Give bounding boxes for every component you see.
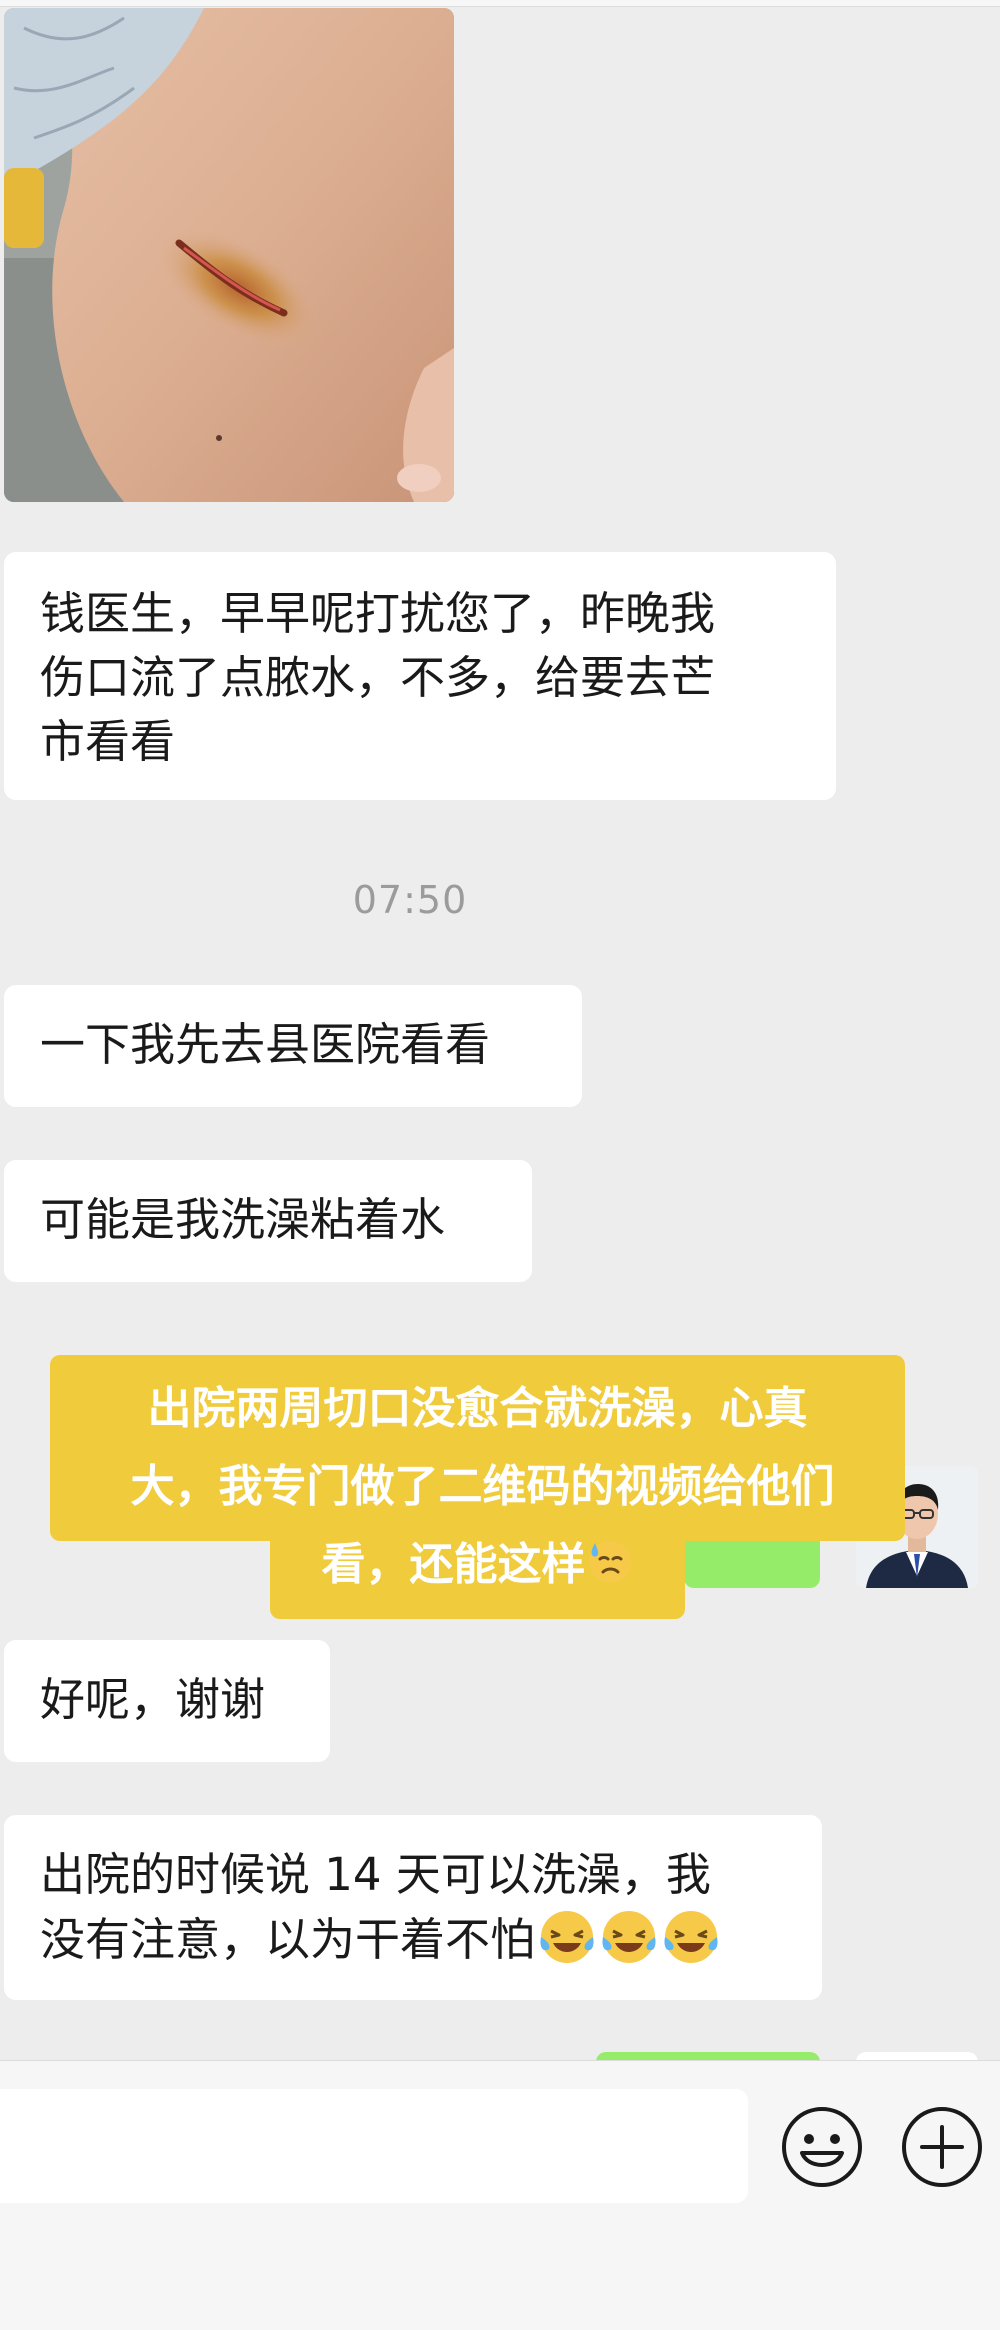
message-text-2: 一下我先去县医院看看	[40, 1018, 491, 1071]
caption-line-3: 看，还能这样	[270, 1526, 685, 1604]
message-text-5-line-2-text: 没有注意，以为干着不怕	[40, 1913, 536, 1966]
caption-line-3-text: 看，还能这样	[321, 1539, 586, 1590]
smiley-icon	[782, 2107, 862, 2187]
wound-photo-image	[4, 8, 454, 502]
message-bubble-3[interactable]: 可能是我洗澡粘着水	[4, 1160, 532, 1282]
message-text-1: 钱医生，早早呢打扰您了，昨晚我 伤口流了点脓水，不多，给要去芒 市看看	[40, 587, 716, 768]
top-divider	[0, 0, 1000, 7]
message-bubble-1[interactable]: 钱医生，早早呢打扰您了，昨晚我 伤口流了点脓水，不多，给要去芒 市看看	[4, 552, 836, 800]
crying-laughing-emoji-icon	[664, 1911, 718, 1963]
message-text-5-line-1: 出院的时候说 14 天可以洗澡，我	[40, 1848, 711, 1901]
timestamp: 07:50	[352, 878, 468, 922]
caption-line-2: 大，我专门做了二维码的视频给他们	[130, 1461, 835, 1512]
plus-icon	[902, 2107, 982, 2187]
emoji-button[interactable]	[780, 2105, 864, 2189]
wound-photo-message[interactable]	[4, 8, 454, 502]
message-input[interactable]	[0, 2089, 748, 2203]
crying-laughing-emoji-icon	[540, 1911, 594, 1963]
crying-laughing-emoji-icon	[602, 1911, 656, 1963]
message-bubble-2[interactable]: 一下我先去县医院看看	[4, 985, 582, 1107]
message-text-3: 可能是我洗澡粘着水	[40, 1193, 446, 1246]
message-bubble-4[interactable]: 好呢，谢谢	[4, 1640, 330, 1762]
input-bar	[0, 2060, 1000, 2330]
caption-line-1: 出院两周切口没愈合就洗澡，心真	[147, 1383, 808, 1434]
message-text-5-line-2: 没有注意，以为干着不怕	[40, 1907, 786, 1972]
chat-screen: 钱医生，早早呢打扰您了，昨晚我 伤口流了点脓水，不多，给要去芒 市看看 07:5…	[0, 0, 1000, 2330]
message-text-4: 好呢，谢谢	[40, 1673, 266, 1726]
sweat-emoji-icon	[588, 1541, 631, 1583]
more-button[interactable]	[900, 2105, 984, 2189]
message-bubble-5[interactable]: 出院的时候说 14 天可以洗澡，我 没有注意，以为干着不怕	[4, 1815, 822, 2000]
